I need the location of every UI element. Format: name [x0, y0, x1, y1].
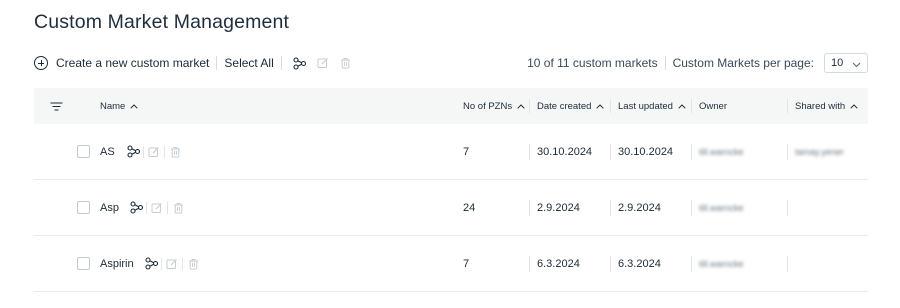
- row-actions: [129, 180, 185, 235]
- column-divider: [610, 144, 611, 160]
- column-header-pzns[interactable]: No of PZNs: [463, 88, 525, 124]
- column-divider: [691, 200, 692, 216]
- edit-icon[interactable]: [315, 55, 331, 71]
- column-divider: [787, 144, 788, 160]
- table-header: Name No of PZNs Date created Last update…: [34, 88, 868, 124]
- column-header-shared-with-label: Shared with: [795, 100, 846, 112]
- toolbar-divider: [216, 56, 218, 70]
- share-nodes-icon[interactable]: [129, 201, 143, 215]
- column-header-owner-label: Owner: [699, 100, 727, 112]
- column-divider: [787, 200, 788, 216]
- column-header-date-created[interactable]: Date created: [537, 88, 605, 124]
- action-divider: [161, 257, 162, 270]
- trash-icon[interactable]: [168, 145, 182, 159]
- trash-icon[interactable]: [186, 257, 200, 271]
- owner: till.warncke: [699, 202, 744, 213]
- column-header-name-label: Name: [100, 100, 126, 112]
- owner: till.warncke: [699, 146, 744, 157]
- action-divider: [146, 201, 147, 214]
- pzn-count: 24: [463, 201, 476, 214]
- per-page-select[interactable]: 10: [824, 53, 868, 73]
- toolbar: Create a new custom market Select All 10…: [34, 52, 868, 74]
- column-divider: [691, 144, 692, 160]
- per-page-label: Custom Markets per page:: [672, 56, 814, 70]
- action-divider: [167, 201, 168, 214]
- last-updated: 2.9.2024: [618, 201, 661, 214]
- column-divider: [691, 99, 692, 113]
- last-updated: 6.3.2024: [618, 257, 661, 270]
- toolbar-divider: [664, 56, 666, 70]
- trash-icon[interactable]: [338, 55, 354, 71]
- market-name[interactable]: Aspirin: [100, 236, 134, 291]
- owner: till.warncke: [699, 258, 744, 269]
- edit-icon[interactable]: [165, 257, 179, 271]
- create-custom-market-label: Create a new custom market: [56, 56, 210, 70]
- column-divider: [529, 200, 530, 216]
- row-actions: [126, 124, 182, 179]
- column-header-date-created-label: Date created: [537, 100, 592, 112]
- pagination-controls: 10 of 11 custom markets Custom Markets p…: [527, 53, 868, 73]
- shared-with: tamay.yener: [795, 146, 844, 157]
- column-divider: [691, 256, 692, 272]
- chevron-up-icon: [678, 103, 686, 109]
- share-nodes-icon[interactable]: [126, 145, 140, 159]
- chevron-up-icon: [130, 103, 138, 109]
- column-divider: [610, 200, 611, 216]
- chevron-up-icon: [517, 103, 525, 109]
- column-header-shared-with[interactable]: Shared with: [795, 88, 858, 124]
- action-divider: [182, 257, 183, 270]
- toolbar-divider: [280, 56, 282, 70]
- date-created: 30.10.2024: [537, 145, 593, 158]
- table-row[interactable]: Aspirin 7 6.3.2024 6.3.2024 till.warncke: [34, 236, 868, 292]
- market-name[interactable]: AS: [100, 124, 115, 179]
- row-actions: [144, 236, 200, 291]
- select-all-button[interactable]: Select All: [224, 56, 273, 70]
- trash-icon[interactable]: [171, 201, 185, 215]
- chevron-up-icon: [850, 103, 858, 109]
- per-page-value: 10: [831, 57, 844, 69]
- filter-lines-icon[interactable]: [50, 88, 63, 124]
- edit-icon[interactable]: [147, 145, 161, 159]
- action-divider: [164, 145, 165, 158]
- table-row[interactable]: Asp 24 2.9.2024 2.9.2024 till.warncke: [34, 180, 868, 236]
- column-divider: [787, 256, 788, 272]
- column-header-owner[interactable]: Owner: [699, 88, 727, 124]
- column-divider: [529, 256, 530, 272]
- create-custom-market-button[interactable]: Create a new custom market: [34, 56, 209, 70]
- chevron-up-icon: [596, 103, 605, 109]
- column-header-pzns-label: No of PZNs: [463, 100, 513, 112]
- column-divider: [529, 144, 530, 160]
- row-checkbox[interactable]: [77, 201, 90, 214]
- edit-icon[interactable]: [150, 201, 164, 215]
- column-header-last-updated-label: Last updated: [618, 100, 673, 112]
- share-nodes-icon[interactable]: [292, 55, 308, 71]
- plus-circle-icon: [34, 56, 48, 70]
- column-divider: [610, 256, 611, 272]
- column-divider: [529, 99, 530, 113]
- date-created: 6.3.2024: [537, 257, 580, 270]
- share-nodes-icon[interactable]: [144, 257, 158, 271]
- action-divider: [143, 145, 144, 158]
- column-header-last-updated[interactable]: Last updated: [618, 88, 686, 124]
- pzn-count: 7: [463, 257, 470, 270]
- page-title: Custom Market Management: [34, 11, 290, 33]
- chevron-down-icon: [852, 59, 861, 71]
- column-divider: [787, 99, 788, 113]
- column-divider: [610, 99, 611, 113]
- last-updated: 30.10.2024: [618, 145, 674, 158]
- toolbar-actions: Create a new custom market Select All: [34, 55, 354, 71]
- table-row[interactable]: AS 7 30.10.2024 30.10.2024 till.warncke …: [34, 124, 868, 180]
- date-created: 2.9.2024: [537, 201, 580, 214]
- pzn-count: 7: [463, 145, 470, 158]
- row-checkbox[interactable]: [77, 145, 90, 158]
- row-checkbox[interactable]: [77, 257, 90, 270]
- market-name[interactable]: Asp: [100, 180, 119, 235]
- market-count: 10 of 11 custom markets: [527, 56, 658, 70]
- column-header-name[interactable]: Name: [100, 88, 138, 124]
